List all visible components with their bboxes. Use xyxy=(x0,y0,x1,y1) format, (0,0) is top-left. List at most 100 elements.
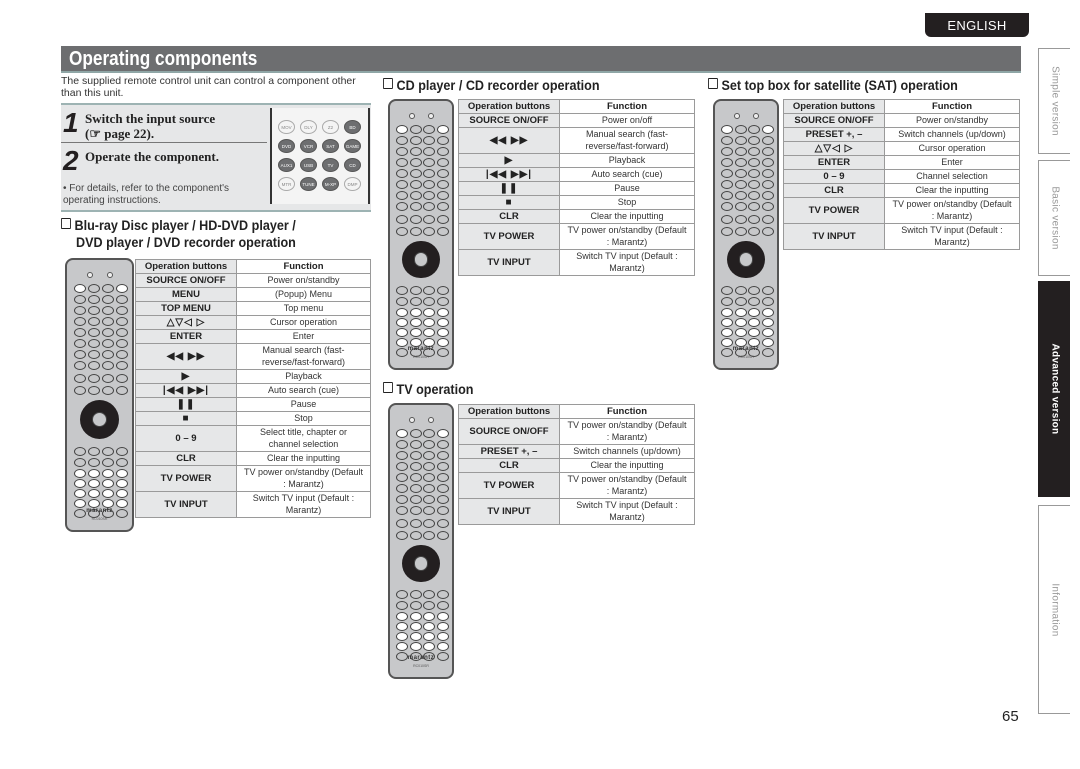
step-1-number: 1 xyxy=(63,107,79,138)
remote-button xyxy=(73,489,86,498)
remote-button xyxy=(423,286,436,296)
sat-operations-table: Operation buttons Function SOURCE ON/OFF Po… xyxy=(783,99,1020,250)
remote-button xyxy=(423,495,436,504)
remote-button xyxy=(409,601,422,611)
remote-button xyxy=(73,295,86,304)
side-tab-information[interactable]: Information xyxy=(1038,505,1070,714)
remote-button xyxy=(762,215,775,224)
remote-button xyxy=(423,136,436,145)
function-cell: Clear the inputting xyxy=(884,183,1020,198)
remote-button xyxy=(762,191,775,200)
remote-button xyxy=(748,318,761,328)
enter-button xyxy=(738,252,754,268)
remote-button xyxy=(423,506,436,515)
step-1-ref[interactable]: (☞ page 22). xyxy=(85,126,154,141)
side-tab-basic-version[interactable]: Basic version xyxy=(1038,160,1070,276)
input-source-button: MTR xyxy=(278,177,295,191)
remote-button xyxy=(748,215,761,224)
remote-button xyxy=(734,318,747,328)
side-tab-simple-version[interactable]: Simple version xyxy=(1038,48,1070,154)
remote-button xyxy=(87,350,100,359)
remote-button xyxy=(721,136,734,145)
section-heading-sat: Set top box for satellite (SAT) operatio… xyxy=(708,77,958,94)
remote-button xyxy=(409,531,422,540)
table-header-row: Operation buttons Function xyxy=(458,99,695,114)
language-tab[interactable]: ENGLISH xyxy=(925,13,1029,37)
remote-button xyxy=(102,447,115,456)
remote-button xyxy=(409,632,422,642)
led-indicator xyxy=(428,113,435,119)
function-cell: Switch channels (up/down) xyxy=(884,127,1020,142)
input-source-button: VCR xyxy=(300,139,317,153)
remote-button xyxy=(409,125,422,134)
remote-button xyxy=(87,489,100,498)
input-source-button: DMP xyxy=(344,177,361,191)
page-title-bar: Operating components xyxy=(61,46,1021,73)
table-row: CLR Clear the inputting xyxy=(458,209,695,224)
remote-button xyxy=(116,374,129,383)
remote-button xyxy=(73,306,86,315)
operation-button-cell: ▶ xyxy=(458,153,560,168)
remote-button xyxy=(87,284,100,293)
remote-button xyxy=(748,227,761,236)
table-row: ▶ Playback xyxy=(458,153,695,168)
steps-note: • For details, refer to the component's … xyxy=(63,183,230,206)
page-number: 65 xyxy=(1002,708,1019,725)
remote-button xyxy=(423,451,436,460)
remote-button xyxy=(437,202,450,211)
remote-button xyxy=(409,169,422,178)
remote-button xyxy=(437,125,450,134)
table-row: 0 – 9 Channel selection xyxy=(783,169,1020,184)
remote-button xyxy=(423,191,436,200)
column-header-function: Function xyxy=(884,99,1020,114)
remote-button xyxy=(762,308,775,318)
operation-button-cell: TOP MENU xyxy=(135,301,237,316)
function-cell: Enter xyxy=(884,155,1020,170)
remote-button xyxy=(437,191,450,200)
remote-button xyxy=(102,306,115,315)
tv-operations-table: Operation buttons Function SOURCE ON/OFF TV… xyxy=(458,404,695,525)
remote-button xyxy=(748,202,761,211)
cd-operations-table: Operation buttons Function SOURCE ON/OFF Po… xyxy=(458,99,695,276)
remote-button xyxy=(396,440,409,449)
heading-text: Set top box for satellite (SAT) operatio… xyxy=(721,77,958,93)
led-indicator xyxy=(107,272,114,278)
remote-button xyxy=(73,317,86,326)
enter-button xyxy=(91,411,108,428)
remote-button xyxy=(116,469,129,478)
remote-button xyxy=(396,180,409,189)
operation-button-cell: ▶ xyxy=(135,369,237,384)
remote-button xyxy=(116,328,129,337)
remote-button xyxy=(396,590,409,600)
input-source-button: TV xyxy=(322,158,339,172)
remote-button xyxy=(102,317,115,326)
remote-button xyxy=(423,440,436,449)
remote-button xyxy=(396,429,409,438)
remote-button xyxy=(423,202,436,211)
remote-button xyxy=(116,306,129,315)
remote-button xyxy=(87,328,100,337)
table-row: CLR Clear the inputting xyxy=(135,451,371,466)
remote-button xyxy=(396,495,409,504)
remote-button xyxy=(409,642,422,652)
remote-button xyxy=(102,479,115,488)
side-tab-advanced-version[interactable]: Advanced version xyxy=(1038,281,1070,497)
remote-button xyxy=(437,495,450,504)
remote-button xyxy=(409,484,422,493)
remote-button xyxy=(423,642,436,652)
function-cell: Switch TV input (Default : Marantz) xyxy=(559,498,695,525)
remote-button xyxy=(721,215,734,224)
remote-button xyxy=(396,632,409,642)
remote-button xyxy=(437,519,450,528)
table-row: ■ Stop xyxy=(135,411,371,426)
remote-button xyxy=(396,462,409,471)
remote-button xyxy=(762,147,775,156)
function-cell: Switch TV input (Default : Marantz) xyxy=(236,491,371,518)
remote-image-sat: marantz RC010SR xyxy=(713,99,779,370)
remote-button xyxy=(721,328,734,338)
section-heading-bluray-line2: DVD player / DVD recorder operation xyxy=(76,234,296,250)
remote-model-label: RC010SR xyxy=(413,355,429,359)
remote-button xyxy=(437,215,450,224)
operation-button-cell: TV POWER xyxy=(135,465,237,492)
remote-button xyxy=(116,350,129,359)
